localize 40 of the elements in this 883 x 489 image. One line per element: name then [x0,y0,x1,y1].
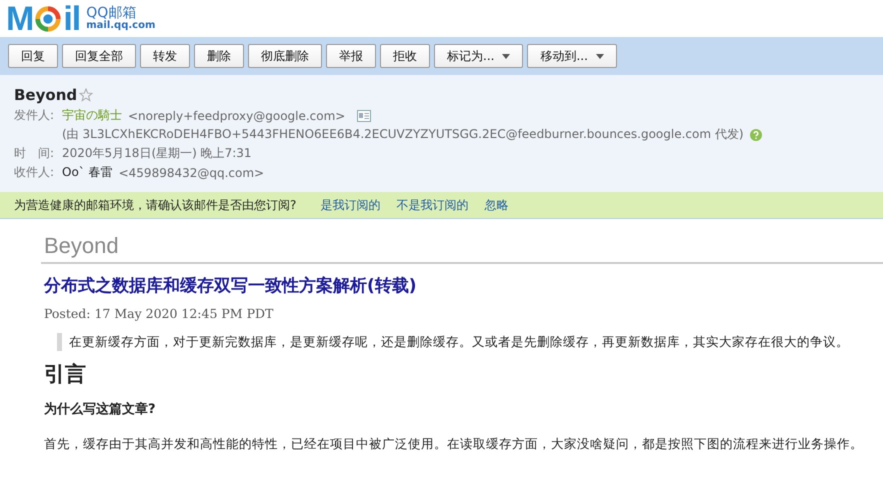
toolbar-button[interactable]: 回复全部 [62,44,136,68]
field-label: 时 间: [14,145,56,162]
dropdown-button[interactable]: 移动到... [527,44,617,68]
recipient-name[interactable]: Oo` 春雷 [62,164,113,181]
notice-text: 为营造健康的邮箱环境，请确认该邮件是否由您订阅? [14,196,296,214]
dropdown-button[interactable]: 标记为... [434,44,524,68]
field-label: 收件人: [14,164,56,181]
product-name: QQ邮箱 [86,6,136,20]
toolbar-button[interactable]: 彻底删除 [248,44,322,68]
sender-address: <noreply+feedproxy@google.com> [128,108,346,122]
logo-text: M [6,2,34,36]
sender-via: (由 3L3LCXhEKCRoDEH4FBO+5443FHENO6EE6B4.2ECUVZYZYUTSGG.2EC@feedburner.bounces.google.com 代发) [62,126,744,143]
caret-icon [596,54,604,58]
contact-card-icon[interactable] [357,110,372,122]
notice-link[interactable]: 是我订阅的 [320,196,380,214]
toolbar-button[interactable]: 举报 [326,44,376,68]
star-icon[interactable] [79,88,94,102]
caret-icon [502,54,510,58]
help-icon[interactable] [750,128,762,140]
article-title[interactable]: 分布式之数据库和缓存双写一致性方案解析(转载) [44,274,417,298]
mail-subject: Beyond [14,86,78,104]
section-subheading: 为什么写这篇文章? [44,400,156,418]
quote-text: 在更新缓存方面，对于更新完数据库，是更新缓存呢，还是删除缓存。又或者是先删除缓存，再更新数据库，其实大家存在很大的争议。 [69,333,849,351]
toolbar-button[interactable]: 拒收 [380,44,430,68]
toolbar-button[interactable]: 回复 [8,44,58,68]
post-date: Posted: 17 May 2020 12:45 PM PDT [44,306,274,321]
notice-link[interactable]: 忽略 [484,196,508,214]
product-domain: mail.qq.com [86,21,156,31]
logo-text: il [63,2,80,36]
field-label: 发件人: [14,107,56,124]
quote-bar [57,333,62,351]
toolbar-button[interactable]: 删除 [194,44,244,68]
sent-time: 2020年5月18日(星期一) 晚上7:31 [62,145,252,162]
notice-link[interactable]: 不是我订阅的 [396,196,468,214]
body-paragraph: 首先，缓存由于其高并发和高性能的特性，已经在项目中被广泛使用。在读取缓存方面，大家没啥疑问，都是按照下图的流程来进行业务操作。 [44,436,863,453]
recipient-address: <459898432@qq.com> [118,166,264,180]
section-heading: 引言 [44,361,86,388]
logo-ring-icon [34,4,62,32]
toolbar-button[interactable]: 转发 [140,44,190,68]
feed-title: Beyond [43,233,119,259]
